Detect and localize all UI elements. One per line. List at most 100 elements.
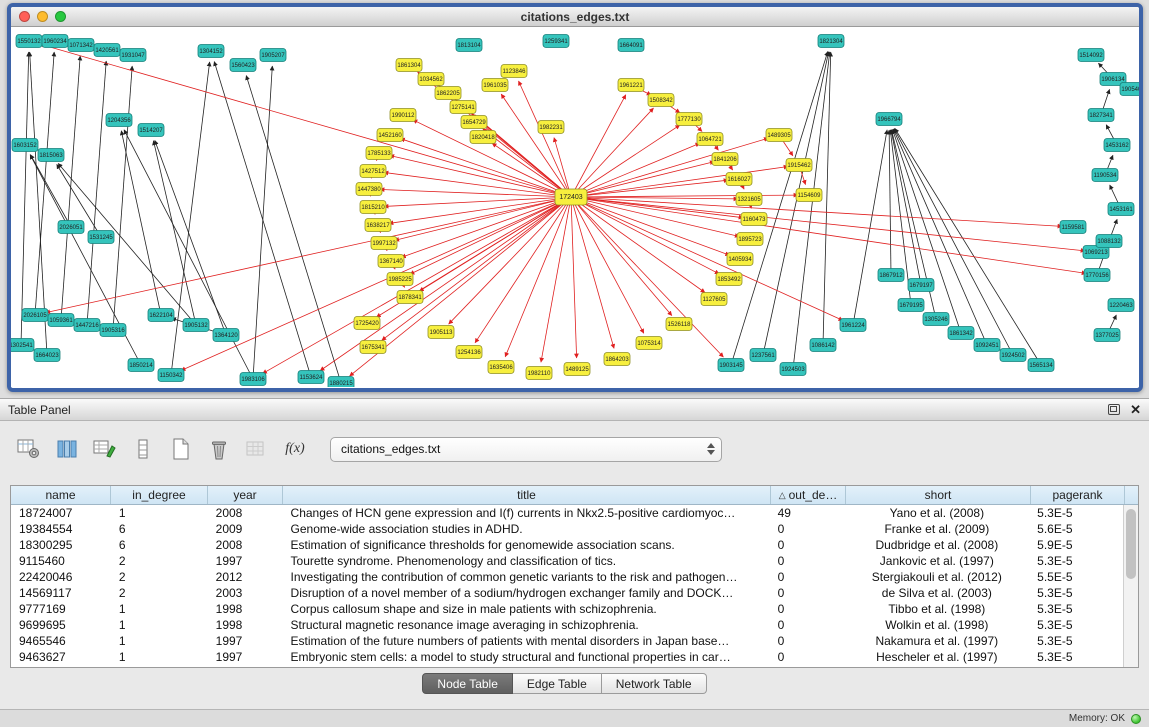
table-cell[interactable]: de Silva et al. (2003) <box>845 586 1030 600</box>
graph-node[interactable]: 1985225 <box>387 273 413 286</box>
graph-node[interactable]: 1420561 <box>94 44 120 57</box>
tab-node-table[interactable]: Node Table <box>422 673 513 694</box>
table-cell[interactable]: Estimation of the future numbers of pati… <box>283 634 770 648</box>
graph-node[interactable]: 1159581 <box>1060 221 1086 234</box>
table-cell[interactable]: 5.3E-5 <box>1029 586 1123 600</box>
graph-node[interactable]: 1321605 <box>736 193 762 206</box>
table-cell[interactable]: 2008 <box>208 506 283 520</box>
graph-node[interactable]: 1075314 <box>636 337 662 350</box>
table-cell[interactable]: Structural magnetic resonance image aver… <box>283 618 770 632</box>
graph-node[interactable]: 1983106 <box>240 373 266 386</box>
zoom-button[interactable] <box>55 11 66 22</box>
table-vertical-scrollbar[interactable] <box>1123 505 1138 667</box>
minimize-button[interactable] <box>37 11 48 22</box>
row-tools-button[interactable] <box>128 435 158 463</box>
table-cell[interactable]: 2 <box>111 570 208 584</box>
table-cell[interactable]: 0 <box>770 602 845 616</box>
table-cell[interactable]: Wolkin et al. (1998) <box>845 618 1030 632</box>
table-cell[interactable]: 19384554 <box>11 522 111 536</box>
graph-node[interactable]: 1427512 <box>360 165 386 178</box>
graph-node[interactable]: 1064721 <box>697 133 723 146</box>
graph-node[interactable]: 1088132 <box>1096 235 1122 248</box>
table-cell[interactable]: 14569117 <box>11 586 111 600</box>
table-cell[interactable]: Yano et al. (2008) <box>845 506 1030 520</box>
graph-node[interactable]: 1305246 <box>923 313 949 326</box>
graph-node[interactable]: 1452160 <box>377 129 403 142</box>
table-cell[interactable]: 6 <box>111 538 208 552</box>
graph-node[interactable]: 1867912 <box>878 269 904 282</box>
table-cell[interactable]: 49 <box>770 506 845 520</box>
float-panel-icon[interactable] <box>1108 404 1120 415</box>
graph-node[interactable]: 1059361 <box>48 314 74 327</box>
table-cell[interactable]: 2012 <box>208 570 283 584</box>
table-row[interactable]: 946362711997Embryonic stem cells: a mode… <box>11 649 1123 665</box>
table-row[interactable]: 1938455462009Genome-wide association stu… <box>11 521 1123 537</box>
citation-network-graph[interactable]: 1724031861304103456218622051275141165472… <box>11 27 1139 387</box>
graph-node[interactable]: 1997132 <box>371 237 397 250</box>
graph-node[interactable]: 1304152 <box>198 45 224 58</box>
graph-node[interactable]: 1966794 <box>876 113 902 126</box>
table-cell[interactable]: 0 <box>770 538 845 552</box>
table-cell[interactable]: Jankovic et al. (1997) <box>845 554 1030 568</box>
table-cell[interactable]: Changes of HCN gene expression and I(f) … <box>283 506 770 520</box>
table-cell[interactable]: 9699695 <box>11 618 111 632</box>
graph-node[interactable]: 1190534 <box>1092 169 1118 182</box>
table-cell[interactable]: 1998 <box>208 602 283 616</box>
graph-node[interactable]: 1071342 <box>68 39 94 52</box>
graph-node[interactable]: 1905207 <box>260 49 286 62</box>
tab-edge-table[interactable]: Edge Table <box>513 673 602 694</box>
table-cell[interactable]: 0 <box>770 522 845 536</box>
table-cell[interactable]: 1 <box>111 650 208 664</box>
graph-node[interactable]: 1931047 <box>120 49 146 62</box>
column-header-title[interactable]: title <box>283 486 771 504</box>
table-cell[interactable]: 0 <box>770 650 845 664</box>
table-row[interactable]: 977716911998Corpus callosum shape and si… <box>11 601 1123 617</box>
graph-node[interactable]: 1150342 <box>158 369 184 382</box>
graph-node[interactable]: 1508342 <box>648 94 674 107</box>
graph-node[interactable]: 2026051 <box>58 221 84 234</box>
graph-node[interactable]: 1531245 <box>88 231 114 244</box>
graph-node[interactable]: 1905316 <box>100 324 126 337</box>
graph-node[interactable]: 1526118 <box>666 318 692 331</box>
graph-node[interactable]: 1895723 <box>737 233 763 246</box>
graph-node[interactable]: 1961035 <box>482 79 508 92</box>
graph-node[interactable]: 1447380 <box>356 183 382 196</box>
table-cell[interactable]: 1 <box>111 634 208 648</box>
graph-node[interactable]: 1850214 <box>128 359 154 372</box>
graph-node[interactable]: 1034562 <box>418 73 444 86</box>
graph-node[interactable]: 1675341 <box>360 341 386 354</box>
scrollbar-thumb[interactable] <box>1126 509 1136 579</box>
graph-node[interactable]: 1905402 <box>1120 83 1139 96</box>
graph-node[interactable]: 1565134 <box>1028 359 1054 372</box>
table-cell[interactable]: Investigating the contribution of common… <box>283 570 770 584</box>
show-columns-button[interactable] <box>52 435 82 463</box>
graph-node[interactable]: 1878341 <box>397 291 423 304</box>
create-table-button[interactable] <box>166 435 196 463</box>
graph-node[interactable]: 1777130 <box>676 113 702 126</box>
column-header-short[interactable]: short <box>846 486 1031 504</box>
graph-node[interactable]: 1853492 <box>716 273 742 286</box>
graph-node[interactable]: 1204356 <box>106 114 132 127</box>
import-table-button[interactable] <box>242 435 272 463</box>
table-cell[interactable]: 5.3E-5 <box>1029 602 1123 616</box>
graph-node[interactable]: 1982231 <box>538 121 564 134</box>
table-cell[interactable]: 2009 <box>208 522 283 536</box>
table-cell[interactable]: Tourette syndrome. Phenomenology and cla… <box>283 554 770 568</box>
graph-node[interactable]: 1815063 <box>38 149 64 162</box>
table-cell[interactable]: Corpus callosum shape and size in male p… <box>283 602 770 616</box>
graph-node[interactable]: 1960234 <box>42 35 68 48</box>
graph-node[interactable]: 1861304 <box>396 59 422 72</box>
graph-node[interactable]: 1635406 <box>488 361 514 374</box>
graph-node[interactable]: 1453162 <box>1104 139 1130 152</box>
graph-node[interactable]: 1259341 <box>543 35 569 48</box>
graph-node[interactable]: 1367140 <box>378 255 404 268</box>
table-cell[interactable]: 1997 <box>208 634 283 648</box>
graph-node[interactable]: 1550132 <box>16 35 42 48</box>
table-cell[interactable]: 22420046 <box>11 570 111 584</box>
column-header-year[interactable]: year <box>208 486 283 504</box>
table-cell[interactable]: Embryonic stem cells: a model to study s… <box>283 650 770 664</box>
table-row[interactable]: 946554611997Estimation of the future num… <box>11 633 1123 649</box>
graph-node[interactable]: 2026105 <box>22 309 48 322</box>
graph-node[interactable]: 1785133 <box>366 147 392 160</box>
table-row[interactable]: 911546021997Tourette syndrome. Phenomeno… <box>11 553 1123 569</box>
